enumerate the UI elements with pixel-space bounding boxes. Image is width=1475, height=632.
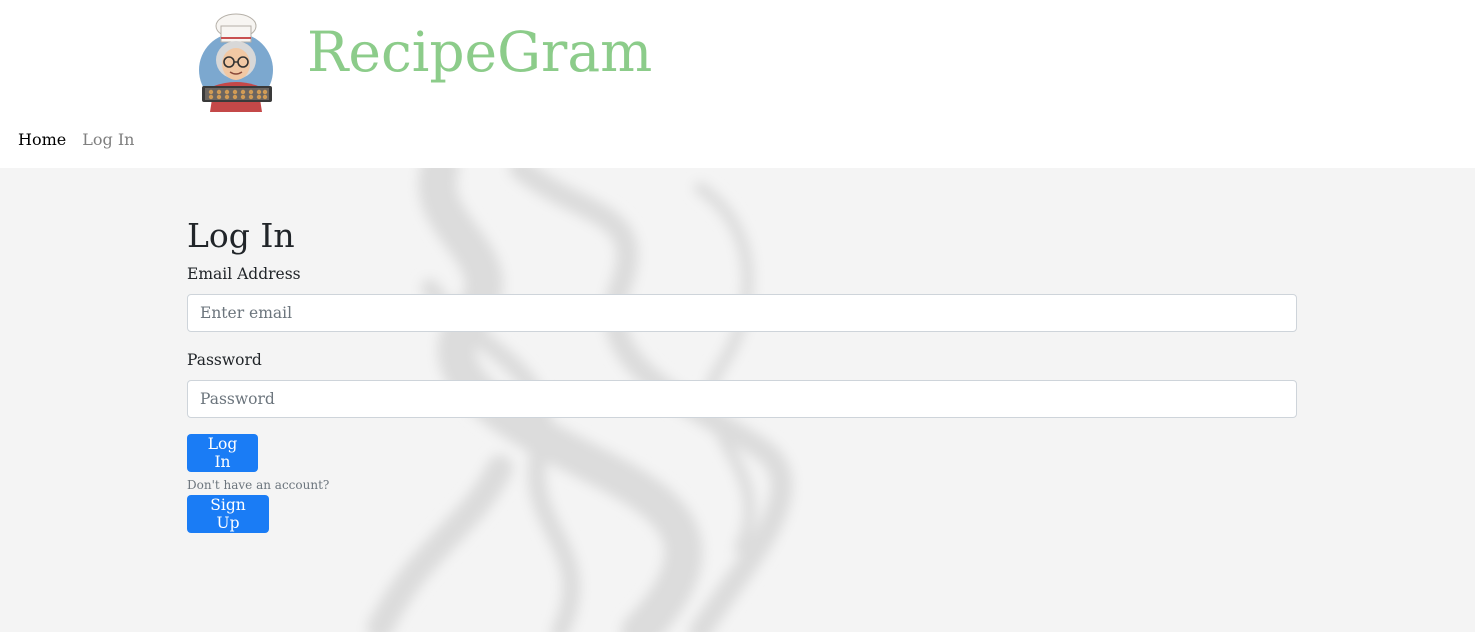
- content-area: Log In Email Address Password Log In Don…: [0, 168, 1475, 632]
- brand-title: RecipeGram: [307, 20, 653, 84]
- login-form: Log In Email Address Password Log In Don…: [187, 216, 1297, 533]
- email-input[interactable]: [187, 294, 1297, 332]
- main-nav: Home Log In: [18, 129, 134, 151]
- signup-button[interactable]: Sign Up: [187, 495, 269, 533]
- nav-login-link[interactable]: Log In: [82, 129, 134, 151]
- email-label: Email Address: [187, 265, 301, 283]
- login-button[interactable]: Log In: [187, 434, 258, 472]
- site-header: RecipeGram Home Log In: [0, 0, 1475, 168]
- password-label: Password: [187, 351, 262, 369]
- page-title: Log In: [187, 216, 295, 255]
- chef-grandma-logo-icon: [199, 13, 273, 112]
- no-account-text: Don't have an account?: [187, 478, 330, 492]
- nav-home-link[interactable]: Home: [18, 129, 66, 151]
- password-input[interactable]: [187, 380, 1297, 418]
